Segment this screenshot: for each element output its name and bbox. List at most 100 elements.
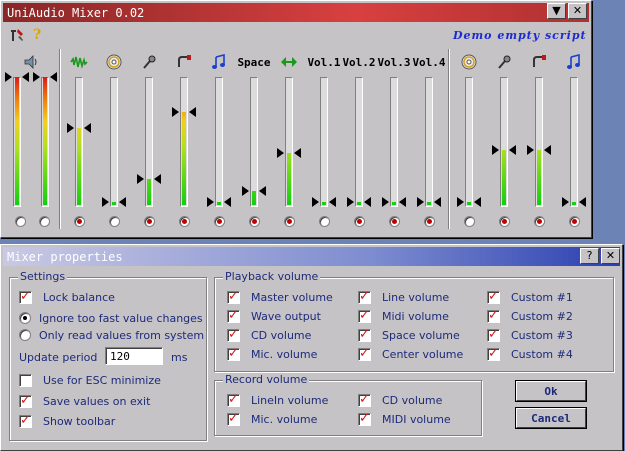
volume-checkbox[interactable] (487, 346, 500, 361)
fader-track[interactable] (355, 77, 363, 207)
microphone-icon[interactable] (133, 49, 165, 75)
fader-track[interactable] (500, 77, 508, 207)
fader-select-radio[interactable] (249, 216, 260, 227)
volume-checkbox[interactable] (358, 346, 371, 361)
volume-checkbox[interactable] (227, 392, 240, 407)
volume-checkbox[interactable] (358, 289, 371, 304)
fader-track[interactable] (465, 77, 473, 207)
fader-track[interactable] (570, 77, 578, 207)
fader-select-radio[interactable] (354, 216, 365, 227)
only-read-radio[interactable] (19, 329, 31, 341)
volume-checkbox[interactable] (227, 411, 240, 426)
volume-checkbox[interactable] (487, 308, 500, 323)
show-toolbar-checkbox[interactable] (19, 413, 32, 428)
volume-checkbox[interactable] (227, 327, 240, 342)
fader-header-label[interactable]: Vol.1 (307, 49, 340, 75)
fader-knob[interactable] (453, 197, 485, 207)
volume-checkbox[interactable] (227, 308, 240, 323)
volume-checkbox[interactable] (227, 289, 240, 304)
fader-track[interactable] (390, 77, 398, 207)
microphone-icon[interactable] (488, 49, 520, 75)
properties-close-button[interactable]: ✕ (601, 248, 620, 264)
fader-knob[interactable] (413, 197, 445, 207)
fader-track[interactable] (215, 77, 223, 207)
fader-select-radio[interactable] (464, 216, 475, 227)
midi-note-icon[interactable] (203, 49, 235, 75)
cancel-button[interactable]: Cancel (516, 408, 586, 428)
show-toolbar-label: Show toolbar (43, 415, 116, 428)
fader-knob[interactable] (378, 197, 410, 207)
fader-track[interactable] (535, 77, 543, 207)
fader-knob[interactable] (168, 107, 200, 117)
fader-select-radio[interactable] (74, 216, 85, 227)
fader-track[interactable] (41, 77, 49, 207)
fader-knob[interactable] (238, 186, 270, 196)
fader-header-label[interactable]: Vol.2 (342, 49, 375, 75)
volume-checkbox[interactable] (358, 411, 371, 426)
volume-checkbox[interactable] (358, 308, 371, 323)
line-in-icon[interactable] (523, 49, 555, 75)
fader-select-radio[interactable] (144, 216, 155, 227)
fader-knob[interactable] (558, 197, 590, 207)
fader-track[interactable] (13, 77, 21, 207)
script-label[interactable]: Demo empty script (453, 29, 587, 42)
fader-knob[interactable] (488, 145, 520, 155)
cd-icon[interactable] (453, 49, 485, 75)
fader-select-radio[interactable] (109, 216, 120, 227)
fader-knob[interactable] (308, 197, 340, 207)
fader-header-label[interactable]: Vol.4 (412, 49, 445, 75)
ignore-fast-radio[interactable] (19, 312, 31, 324)
fader-select-radio[interactable] (39, 216, 50, 227)
fader-select-radio[interactable] (179, 216, 190, 227)
fader-knob[interactable] (29, 72, 61, 82)
help-button[interactable]: ? (580, 248, 599, 264)
help-icon[interactable]: ? (33, 27, 47, 43)
fader-track[interactable] (145, 77, 153, 207)
fader-select-radio[interactable] (534, 216, 545, 227)
fader-header-label[interactable]: Space (237, 49, 270, 75)
volume-checkbox[interactable] (358, 327, 371, 342)
fader-select-radio[interactable] (15, 216, 26, 227)
fader-knob[interactable] (273, 148, 305, 158)
volume-checkbox[interactable] (227, 346, 240, 361)
fader-track[interactable] (425, 77, 433, 207)
fader-knob[interactable] (133, 174, 165, 184)
fader-track[interactable] (320, 77, 328, 207)
fader-track[interactable] (110, 77, 118, 207)
dropdown-button[interactable]: ▼ (547, 3, 566, 19)
fader-select-radio[interactable] (319, 216, 330, 227)
fader-select-radio[interactable] (424, 216, 435, 227)
tools-icon[interactable] (9, 27, 25, 43)
update-period-input[interactable]: 120 (105, 347, 163, 365)
cd-icon[interactable] (98, 49, 130, 75)
esc-minimize-checkbox[interactable] (19, 374, 32, 387)
fader-select-radio[interactable] (389, 216, 400, 227)
center-arrows-icon[interactable] (273, 49, 305, 75)
save-on-exit-checkbox[interactable] (19, 393, 32, 408)
fader-knob[interactable] (98, 197, 130, 207)
mixer-title-bar[interactable]: UniAudio Mixer 0.02 (3, 3, 589, 22)
close-button[interactable]: ✕ (568, 3, 587, 19)
fader-knob[interactable] (523, 145, 555, 155)
fader-knob[interactable] (63, 123, 95, 133)
volume-checkbox[interactable] (358, 392, 371, 407)
properties-title-bar[interactable]: Mixer properties (3, 247, 620, 266)
fader-level-fill (287, 153, 291, 205)
fader-track[interactable] (75, 77, 83, 207)
fader-knob[interactable] (343, 197, 375, 207)
volume-checkbox[interactable] (487, 327, 500, 342)
lock-balance-checkbox[interactable] (19, 289, 32, 304)
ok-button[interactable]: Ok (516, 381, 586, 401)
fader-select-radio[interactable] (499, 216, 510, 227)
volume-checkbox[interactable] (487, 289, 500, 304)
fader-track[interactable] (180, 77, 188, 207)
wave-icon[interactable] (63, 49, 95, 75)
fader-select-radio[interactable] (569, 216, 580, 227)
fader-track[interactable] (285, 77, 293, 207)
fader-select-radio[interactable] (284, 216, 295, 227)
midi-note-icon[interactable] (558, 49, 590, 75)
line-in-icon[interactable] (168, 49, 200, 75)
fader-knob[interactable] (203, 197, 235, 207)
fader-select-radio[interactable] (214, 216, 225, 227)
fader-header-label[interactable]: Vol.3 (377, 49, 410, 75)
